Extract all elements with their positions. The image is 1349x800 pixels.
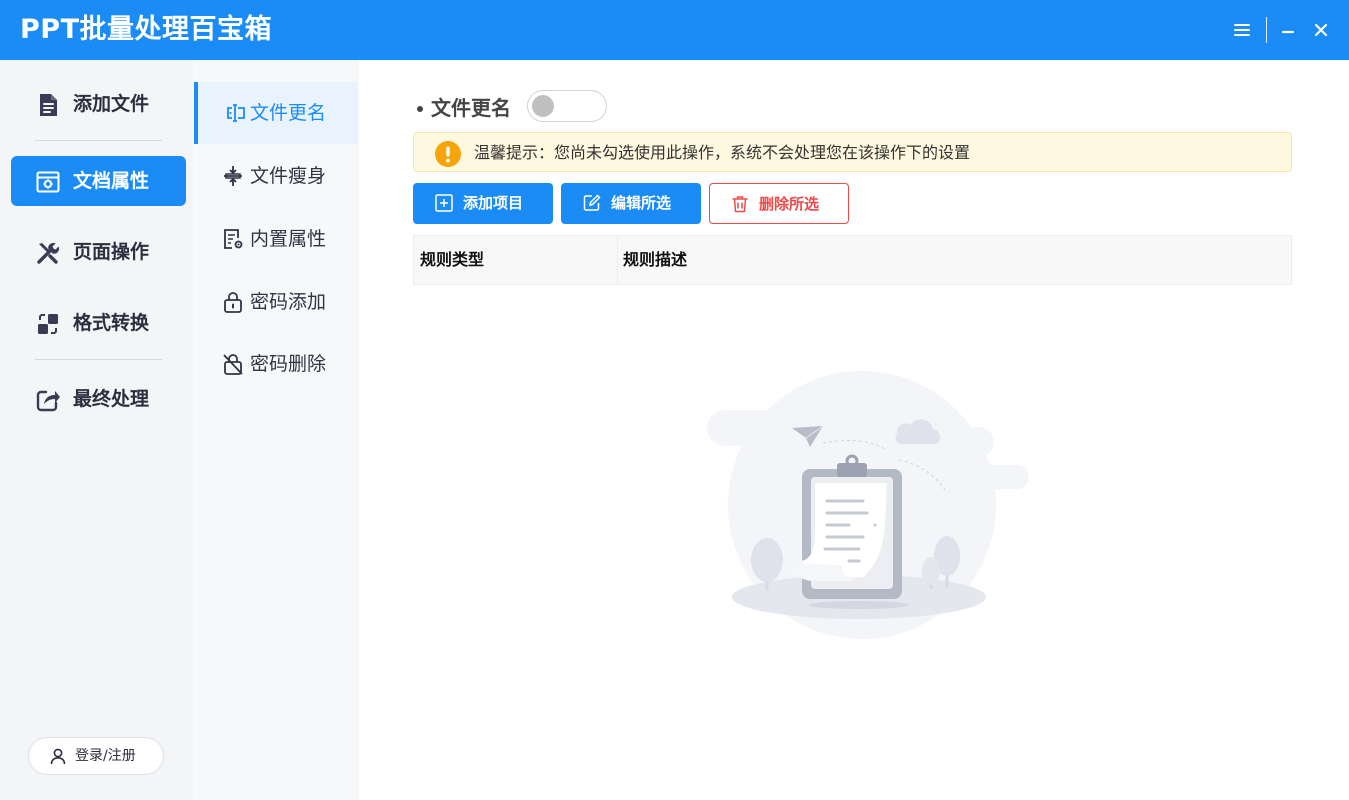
section-bullet (417, 106, 423, 112)
app-title: PPT批量处理百宝箱 (20, 14, 272, 45)
sidebar-item-label: 添加文件 (73, 93, 150, 115)
sidebar-divider (35, 140, 162, 141)
login-label: 登录/注册 (75, 748, 136, 764)
submenu-item-rename[interactable]: 文件更名 (194, 82, 358, 144)
title-separator (1266, 17, 1267, 43)
minimize-icon[interactable] (1276, 18, 1300, 42)
sidebar-item-format-convert[interactable]: 格式转换 (11, 298, 186, 348)
column-header-rule-description: 规则描述 (623, 250, 688, 269)
sidebar-item-label: 格式转换 (73, 312, 150, 334)
convert-icon (35, 311, 61, 337)
rename-icon (224, 101, 248, 125)
submenu-item-label: 密码删除 (250, 353, 327, 375)
submenu-item-label: 文件瘦身 (250, 165, 327, 187)
sidebar-divider (35, 359, 162, 360)
main-panel: 文件更名 温馨提示：您尚未勾选使用此操作，系统不会处理您在该操作下的设置 添加项… (359, 60, 1349, 800)
sidebar-item-doc-properties[interactable]: 文档属性 (11, 156, 186, 206)
title-bar: PPT批量处理百宝箱 (0, 0, 1349, 60)
column-divider (617, 236, 618, 284)
submenu-item-label: 密码添加 (250, 291, 327, 313)
toggle-knob (532, 95, 554, 117)
sub-menu: 文件更名 文件瘦身 内置属性 密码添加 密码删除 (193, 60, 359, 800)
warning-icon (435, 141, 461, 167)
properties-icon (221, 227, 245, 251)
close-icon[interactable] (1309, 18, 1333, 42)
submenu-item-label: 文件更名 (250, 102, 327, 124)
submenu-item-label: 内置属性 (250, 228, 327, 250)
submenu-item-compress[interactable]: 文件瘦身 (194, 145, 358, 207)
lock-icon (221, 290, 245, 314)
sidebar-item-label: 文档属性 (73, 170, 150, 192)
login-register-button[interactable]: 登录/注册 (28, 737, 164, 775)
sidebar-item-add-file[interactable]: 添加文件 (11, 79, 186, 129)
delete-selected-label: 删除所选 (759, 195, 820, 213)
edit-selected-label: 编辑所选 (611, 194, 672, 212)
sidebar-item-final-process[interactable]: 最终处理 (11, 374, 186, 424)
enable-toggle[interactable] (527, 90, 607, 122)
rules-table-header: 规则类型 规则描述 (413, 235, 1292, 285)
edit-selected-button[interactable]: 编辑所选 (561, 183, 701, 224)
add-item-label: 添加项目 (463, 194, 524, 212)
plus-box-icon (435, 194, 453, 212)
trash-icon (731, 195, 749, 213)
sidebar-item-page-operations[interactable]: 页面操作 (11, 227, 186, 277)
unlock-icon (221, 352, 245, 376)
notice-banner: 温馨提示：您尚未勾选使用此操作，系统不会处理您在该操作下的设置 (413, 132, 1292, 172)
document-settings-icon (35, 169, 61, 195)
add-item-button[interactable]: 添加项目 (413, 183, 553, 224)
menu-icon[interactable] (1230, 18, 1254, 42)
submenu-item-remove-password[interactable]: 密码删除 (194, 333, 358, 395)
empty-state-illustration (699, 365, 1029, 645)
sidebar-item-label: 页面操作 (73, 241, 150, 263)
share-export-icon (35, 387, 61, 413)
submenu-item-properties[interactable]: 内置属性 (194, 208, 358, 270)
section-title: 文件更名 (431, 96, 511, 120)
user-icon (49, 747, 67, 765)
submenu-item-add-password[interactable]: 密码添加 (194, 271, 358, 333)
notice-text: 温馨提示：您尚未勾选使用此操作，系统不会处理您在该操作下的设置 (474, 143, 971, 162)
sidebar: 添加文件 文档属性 页面操作 格式转换 最终处理 登录/注册 (0, 60, 193, 800)
edit-icon (583, 194, 601, 212)
file-add-icon (35, 92, 61, 118)
tools-icon (35, 240, 61, 266)
column-header-rule-type: 规则类型 (420, 250, 485, 269)
delete-selected-button[interactable]: 删除所选 (709, 183, 849, 224)
sidebar-item-label: 最终处理 (73, 388, 150, 410)
compress-icon (221, 164, 245, 188)
